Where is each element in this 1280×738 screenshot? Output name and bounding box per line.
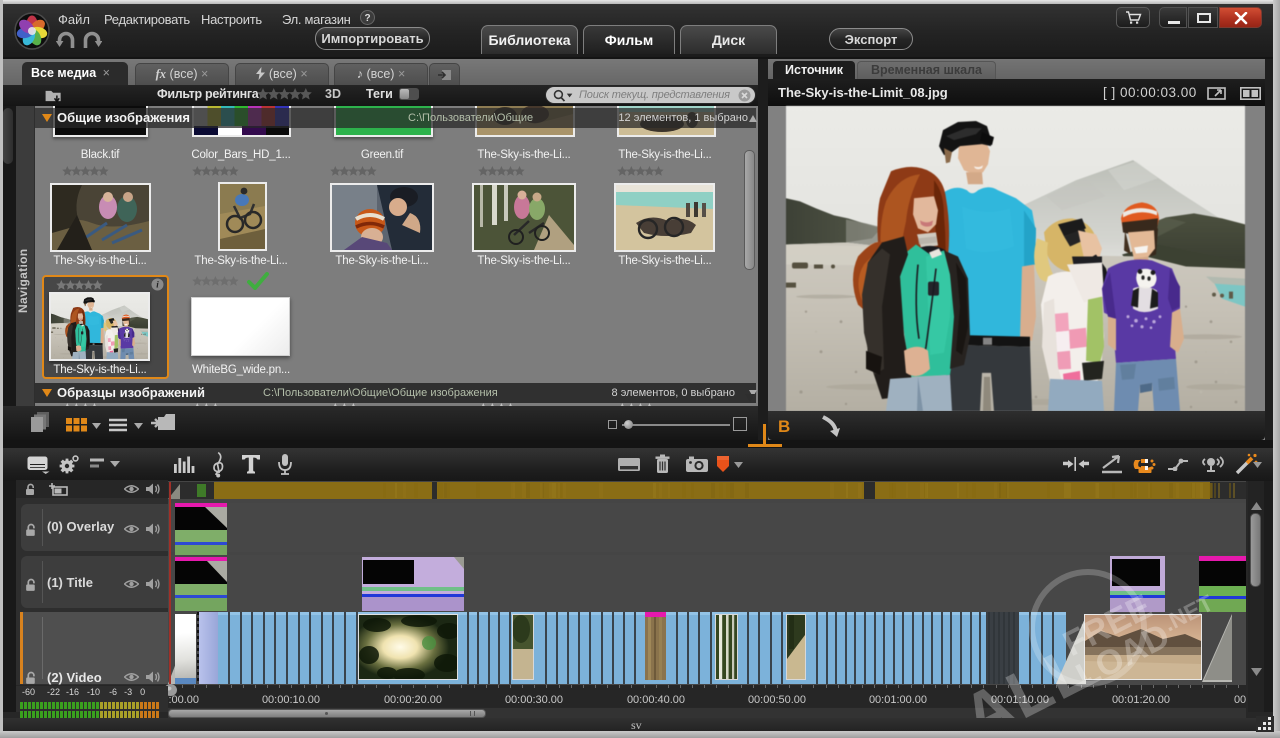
svg-text:?: ? — [364, 13, 370, 24]
svg-text:.NET: .NET — [1159, 590, 1217, 637]
